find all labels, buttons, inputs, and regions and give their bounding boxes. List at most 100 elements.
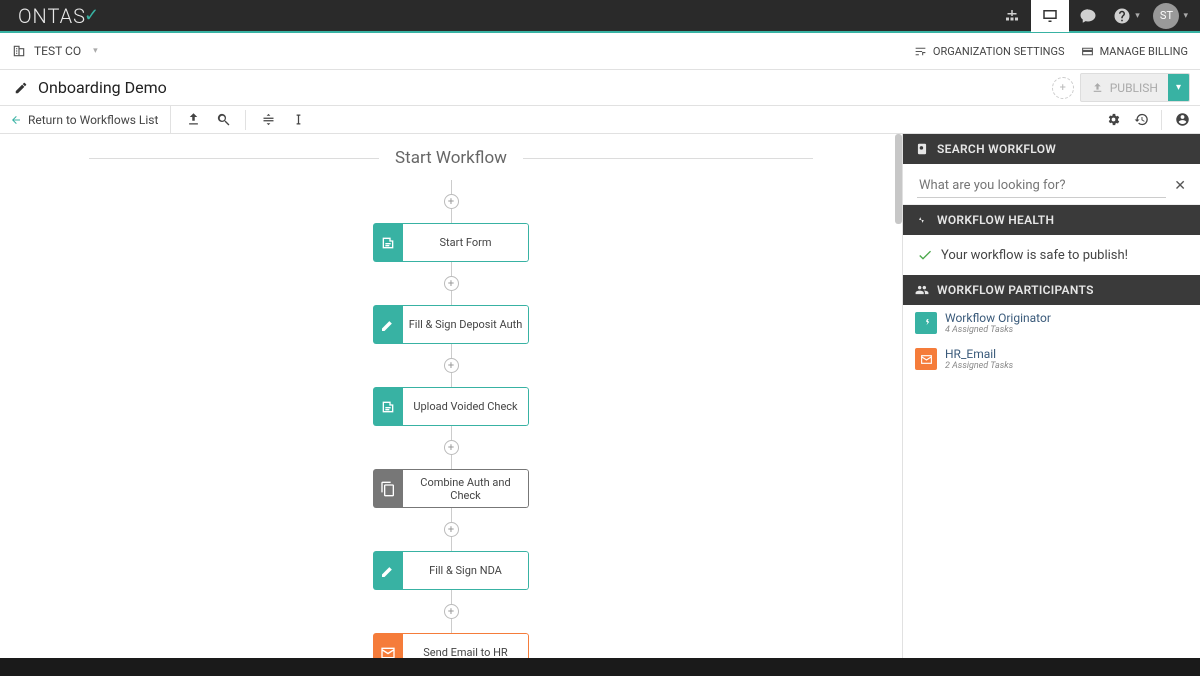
collapse-icon[interactable] xyxy=(260,112,276,128)
search-panel-header: SEARCH WORKFLOW xyxy=(903,134,1200,164)
person-circle-icon[interactable] xyxy=(1174,112,1190,128)
add-step-button[interactable]: + xyxy=(444,276,459,291)
add-step-button[interactable]: + xyxy=(444,604,459,619)
search-header-label: SEARCH WORKFLOW xyxy=(937,142,1056,156)
return-link[interactable]: Return to Workflows List xyxy=(10,106,171,134)
org-actions: ORGANIZATION SETTINGS MANAGE BILLING xyxy=(914,45,1188,58)
step-label: Fill & Sign NDA xyxy=(403,551,529,590)
add-step-button[interactable]: + xyxy=(444,440,459,455)
health-message-row: Your workflow is safe to publish! xyxy=(903,235,1200,275)
app-header: ONTAS✓ ▾ ST ▾ xyxy=(0,0,1200,33)
return-label: Return to Workflows List xyxy=(28,113,158,127)
step-send-email[interactable]: Send Email to HR xyxy=(373,633,529,658)
form-icon xyxy=(373,223,403,262)
org-selector[interactable]: TEST CO ▾ xyxy=(12,44,98,58)
copy-icon xyxy=(373,469,403,508)
chat-icon[interactable] xyxy=(1069,0,1107,32)
health-header-label: WORKFLOW HEALTH xyxy=(937,213,1054,227)
org-settings-link[interactable]: ORGANIZATION SETTINGS xyxy=(914,45,1065,58)
publish-label: PUBLISH xyxy=(1110,81,1158,95)
participants-header-label: WORKFLOW PARTICIPANTS xyxy=(937,283,1094,297)
monitor-icon[interactable] xyxy=(1031,0,1069,32)
step-label: Send Email to HR xyxy=(403,633,529,658)
step-label: Upload Voided Check xyxy=(403,387,529,426)
gear-icon[interactable] xyxy=(1105,112,1121,128)
search-row: ✕ xyxy=(903,164,1200,205)
form-icon xyxy=(373,387,403,426)
sliders-icon xyxy=(914,45,927,58)
export-icon[interactable] xyxy=(185,112,201,128)
right-sidebar: SEARCH WORKFLOW ✕ WORKFLOW HEALTH Your w… xyxy=(902,134,1200,658)
avatar-caret-icon: ▾ xyxy=(1183,11,1188,21)
clear-search-icon[interactable]: ✕ xyxy=(1174,178,1186,194)
org-caret-icon: ▾ xyxy=(93,46,98,56)
canvas-scrollbar[interactable] xyxy=(895,134,902,658)
help-icon[interactable]: ▾ xyxy=(1107,0,1145,32)
manage-billing-link[interactable]: MANAGE BILLING xyxy=(1081,45,1188,58)
pencil-icon xyxy=(373,305,403,344)
pencil-icon xyxy=(373,551,403,590)
check-icon xyxy=(917,247,933,263)
publish-button[interactable]: PUBLISH ▾ xyxy=(1080,73,1190,102)
upload-icon xyxy=(1091,81,1104,94)
caret-icon: ▾ xyxy=(1135,11,1140,21)
org-settings-label: ORGANIZATION SETTINGS xyxy=(933,45,1065,58)
toolbar-left: Return to Workflows List xyxy=(10,106,306,134)
step-label: Start Form xyxy=(403,223,529,262)
clipboard-search-icon xyxy=(915,142,929,156)
card-icon xyxy=(1081,45,1094,58)
health-panel-header: WORKFLOW HEALTH xyxy=(903,205,1200,235)
building-icon xyxy=(12,44,26,58)
step-fill-sign-nda[interactable]: Fill & Sign NDA xyxy=(373,551,529,590)
avatar-initials: ST xyxy=(1160,9,1173,22)
start-workflow-label: Start Workflow xyxy=(395,148,507,168)
arrow-left-icon xyxy=(10,114,22,126)
participant-row[interactable]: Workflow Originator 4 Assigned Tasks xyxy=(903,305,1200,341)
logo: ONTAS✓ xyxy=(18,4,100,28)
workflow-title[interactable]: Onboarding Demo xyxy=(38,78,167,97)
heartbeat-icon xyxy=(915,213,929,227)
history-icon[interactable] xyxy=(1133,112,1149,128)
mail-icon xyxy=(373,633,403,658)
title-bar: Onboarding Demo + PUBLISH ▾ xyxy=(0,70,1200,106)
workflow-canvas[interactable]: Start Workflow + Start Form + Fill & Sig… xyxy=(0,134,902,658)
search-icon[interactable] xyxy=(215,112,231,128)
step-upload-check[interactable]: Upload Voided Check xyxy=(373,387,529,426)
add-step-button[interactable]: + xyxy=(444,358,459,373)
step-combine[interactable]: Combine Auth and Check xyxy=(373,469,529,508)
step-label: Fill & Sign Deposit Auth xyxy=(403,305,529,344)
participants-panel-header: WORKFLOW PARTICIPANTS xyxy=(903,275,1200,305)
people-icon xyxy=(915,283,929,297)
workflow-flow: + Start Form + Fill & Sign Deposit Auth … xyxy=(0,180,902,658)
add-placeholder-icon[interactable]: + xyxy=(1052,77,1074,99)
health-message: Your workflow is safe to publish! xyxy=(941,248,1128,263)
add-step-button[interactable]: + xyxy=(444,522,459,537)
participant-tasks: 2 Assigned Tasks xyxy=(945,361,1013,371)
search-input[interactable] xyxy=(917,174,1166,198)
org-name: TEST CO xyxy=(34,44,81,58)
org-bar: TEST CO ▾ ORGANIZATION SETTINGS MANAGE B… xyxy=(0,33,1200,70)
step-fill-sign-deposit[interactable]: Fill & Sign Deposit Auth xyxy=(373,305,529,344)
sitemap-icon[interactable] xyxy=(993,0,1031,32)
toolbar: Return to Workflows List xyxy=(0,106,1200,134)
edit-icon[interactable] xyxy=(14,81,28,95)
step-label: Combine Auth and Check xyxy=(403,469,529,508)
start-workflow-divider: Start Workflow xyxy=(0,148,902,168)
add-step-button[interactable]: + xyxy=(444,194,459,209)
participant-name: HR_Email xyxy=(945,347,1013,361)
participant-icon xyxy=(915,348,937,370)
manage-billing-label: MANAGE BILLING xyxy=(1100,45,1188,58)
text-cursor-icon[interactable] xyxy=(290,112,306,128)
toolbar-right xyxy=(1105,110,1190,130)
title-right: + PUBLISH ▾ xyxy=(1052,73,1190,102)
step-start-form[interactable]: Start Form xyxy=(373,223,529,262)
logo-check-icon: ✓ xyxy=(84,5,100,26)
participant-row[interactable]: HR_Email 2 Assigned Tasks xyxy=(903,341,1200,377)
user-avatar[interactable]: ST xyxy=(1153,3,1179,29)
toolbar-divider-2 xyxy=(1161,110,1162,130)
toolbar-divider xyxy=(245,110,246,130)
main: Start Workflow + Start Form + Fill & Sig… xyxy=(0,134,1200,658)
header-icons: ▾ ST ▾ xyxy=(993,0,1188,31)
title-left: Onboarding Demo xyxy=(14,78,167,97)
publish-caret[interactable]: ▾ xyxy=(1168,74,1189,101)
